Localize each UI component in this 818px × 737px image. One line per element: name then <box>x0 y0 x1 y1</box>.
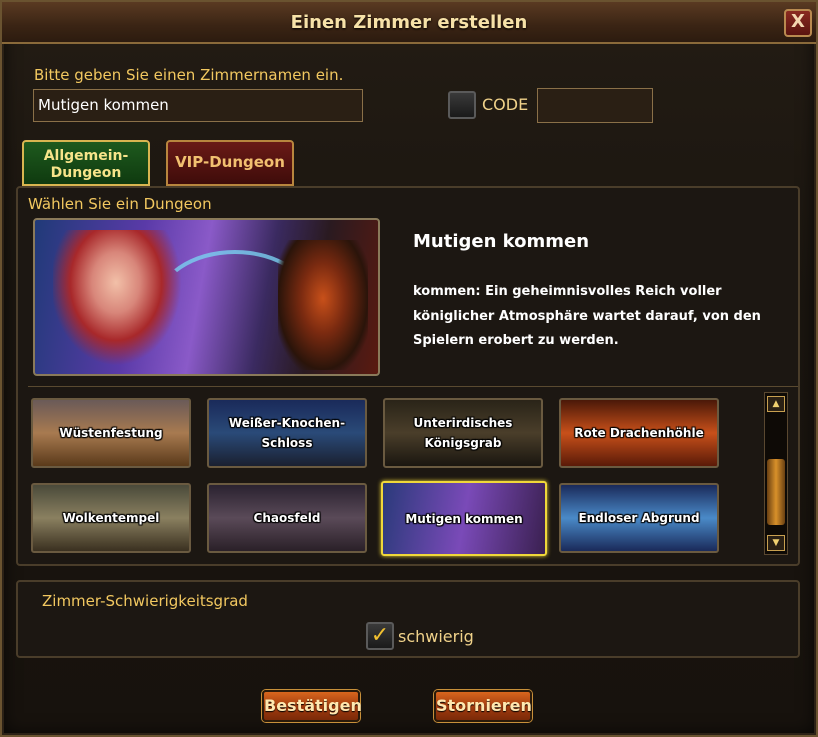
selected-dungeon-description: kommen: Ein geheimnisvolles Reich voller… <box>413 284 761 348</box>
scroll-down-icon[interactable]: ▼ <box>767 535 785 551</box>
dungeon-card-weisser-knochen-schloss[interactable]: Weißer-Knochen-Schloss <box>207 398 367 468</box>
dungeon-card-label: Endloser Abgrund <box>578 511 700 525</box>
dungeon-card-endloser-abgrund[interactable]: Endloser Abgrund <box>559 483 719 553</box>
scroll-thumb[interactable] <box>767 459 785 525</box>
dialog-title: Einen Zimmer erstellen <box>290 12 528 33</box>
preview-demon-figure <box>278 240 368 370</box>
room-name-prompt: Bitte geben Sie einen Zimmernamen ein. <box>34 66 344 84</box>
dungeon-list-scrollbar[interactable]: ▲ ▼ <box>764 392 788 555</box>
code-checkbox[interactable] <box>448 91 476 119</box>
hard-difficulty-label: schwierig <box>398 627 474 646</box>
dungeon-card-rote-drachenhoehle[interactable]: Rote Drachenhöhle <box>559 398 719 468</box>
code-label: CODE <box>482 95 529 114</box>
cancel-button[interactable]: Stornieren <box>434 690 532 722</box>
dungeon-card-label: Wolkentempel <box>62 511 160 525</box>
scroll-up-icon[interactable]: ▲ <box>767 396 785 412</box>
tab-general-dungeon-label: Allgemein- Dungeon <box>43 148 129 181</box>
hard-difficulty-checkbox[interactable]: ✓ <box>366 622 394 650</box>
title-bar[interactable]: Einen Zimmer erstellen X <box>2 2 816 44</box>
close-button[interactable]: X <box>784 9 812 37</box>
difficulty-heading: Zimmer-Schwierigkeitsgrad <box>42 592 248 610</box>
dungeon-card-unterirdisches-koenigsgrab[interactable]: Unterirdisches Königsgrab <box>383 398 543 468</box>
dungeon-card-mutigen-kommen[interactable]: Mutigen kommen <box>381 481 547 556</box>
dungeon-card-label: Chaosfeld <box>253 511 321 525</box>
dungeon-card-wolkentempel[interactable]: Wolkentempel <box>31 483 191 553</box>
tab-vip-dungeon-label: VIP-Dungeon <box>175 153 285 171</box>
dungeon-preview-image <box>33 218 380 376</box>
selected-dungeon-title: Mutigen kommen <box>413 231 590 252</box>
panel-divider <box>28 386 798 387</box>
dungeon-card-label: Mutigen kommen <box>405 511 523 526</box>
confirm-button[interactable]: Bestätigen <box>262 690 362 722</box>
dungeon-panel-heading: Wählen Sie ein Dungeon <box>28 195 212 213</box>
dungeon-card-wuestenfestung[interactable]: Wüstenfestung <box>31 398 191 468</box>
tab-general-dungeon[interactable]: Allgemein- Dungeon <box>22 140 150 186</box>
room-name-input[interactable]: Mutigen kommen <box>33 89 363 122</box>
code-input[interactable] <box>537 88 653 123</box>
dungeon-card-label: Unterirdisches Königsgrab <box>413 416 513 450</box>
dungeon-card-chaosfeld[interactable]: Chaosfeld <box>207 483 367 553</box>
tab-vip-dungeon[interactable]: VIP-Dungeon <box>166 140 294 186</box>
dungeon-card-label: Wüstenfestung <box>59 426 163 440</box>
dungeon-card-label: Rote Drachenhöhle <box>574 426 704 440</box>
dungeon-card-label: Weißer-Knochen-Schloss <box>228 416 346 450</box>
